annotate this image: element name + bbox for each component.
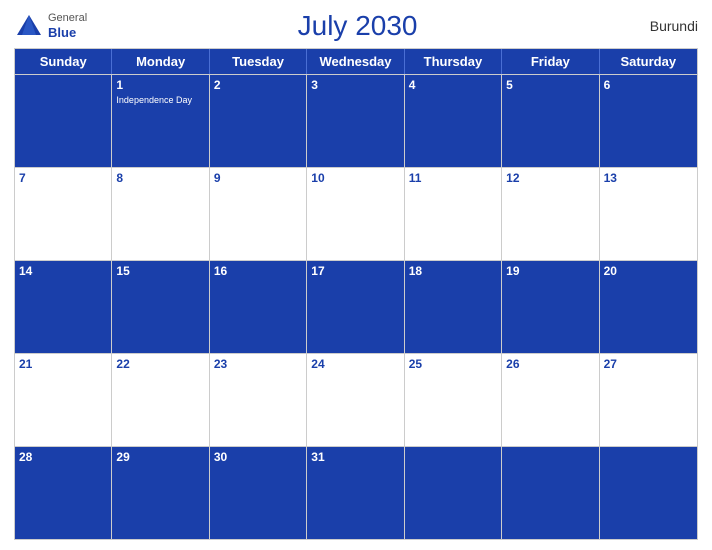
page-title: July 2030 [87,10,628,42]
cell-date: 15 [116,264,204,280]
calendar-body: 1Independence Day23456789101112131415161… [15,74,697,539]
calendar-cell: 28 [15,447,112,539]
calendar-cell: 22 [112,354,209,446]
calendar-cell: 12 [502,168,599,260]
cell-date: 3 [311,78,399,94]
cell-date: 21 [19,357,107,373]
calendar-cell: 17 [307,261,404,353]
cell-date: 11 [409,171,497,187]
calendar-week-5: 28 29 30 31 [15,446,697,539]
cell-date: 17 [311,264,399,280]
cell-date: 13 [604,171,693,187]
country-label: Burundi [628,18,698,34]
logo-general: General [48,12,87,25]
calendar-cell: 21 [15,354,112,446]
cell-date: 25 [409,357,497,373]
calendar-cell: 1Independence Day [112,75,209,167]
cell-date: 5 [506,78,594,94]
logo-text: General Blue [48,12,87,41]
cell-date: 26 [506,357,594,373]
cell-date: 1 [116,78,204,94]
header-friday: Friday [502,49,599,74]
calendar-cell: 25 [405,354,502,446]
calendar-cell: 29 [112,447,209,539]
header-wednesday: Wednesday [307,49,404,74]
calendar-cell: 26 [502,354,599,446]
cell-date: 23 [214,357,302,373]
header-tuesday: Tuesday [210,49,307,74]
calendar-cell: 3 [307,75,404,167]
header-thursday: Thursday [405,49,502,74]
cell-date: 16 [214,264,302,280]
cell-date: 22 [116,357,204,373]
cell-date: 28 [19,450,107,466]
calendar-cell [600,447,697,539]
cell-date: 27 [604,357,693,373]
calendar-cell [15,75,112,167]
cell-date: 9 [214,171,302,187]
cell-date: 31 [311,450,399,466]
calendar-cell: 8 [112,168,209,260]
calendar-cell: 2 [210,75,307,167]
cell-date: 19 [506,264,594,280]
cell-date: 2 [214,78,302,94]
calendar-cell [502,447,599,539]
calendar-header-row: Sunday Monday Tuesday Wednesday Thursday… [15,49,697,74]
cell-date: 7 [19,171,107,187]
cell-date: 20 [604,264,693,280]
calendar-week-4: 21 22 23 24 25 26 27 [15,353,697,446]
logo-blue: Blue [48,25,87,41]
calendar-grid: Sunday Monday Tuesday Wednesday Thursday… [14,48,698,540]
calendar-cell [405,447,502,539]
calendar-cell: 23 [210,354,307,446]
calendar-cell: 14 [15,261,112,353]
header-saturday: Saturday [600,49,697,74]
cell-event: Independence Day [116,95,204,106]
calendar-cell: 6 [600,75,697,167]
logo: General Blue [14,11,87,41]
calendar-week-3: 14 15 16 17 18 19 20 [15,260,697,353]
cell-date: 18 [409,264,497,280]
calendar-cell: 13 [600,168,697,260]
calendar-page: General Blue July 2030 Burundi Sunday Mo… [0,0,712,550]
calendar-cell: 4 [405,75,502,167]
calendar-week-1: 1Independence Day 23456 [15,74,697,167]
cell-date: 14 [19,264,107,280]
header-sunday: Sunday [15,49,112,74]
cell-date: 29 [116,450,204,466]
calendar-week-2: 789 10 11 12 13 [15,167,697,260]
cell-date: 12 [506,171,594,187]
header-monday: Monday [112,49,209,74]
cell-date: 8 [116,171,204,187]
calendar-cell: 27 [600,354,697,446]
calendar-cell: 31 [307,447,404,539]
cell-date: 24 [311,357,399,373]
cell-date: 30 [214,450,302,466]
calendar-cell: 9 [210,168,307,260]
cell-date: 4 [409,78,497,94]
calendar-cell: 20 [600,261,697,353]
calendar-cell: 7 [15,168,112,260]
calendar-cell: 19 [502,261,599,353]
calendar-cell: 18 [405,261,502,353]
logo-icon [14,11,44,41]
calendar-cell: 30 [210,447,307,539]
calendar-cell: 11 [405,168,502,260]
calendar-cell: 10 [307,168,404,260]
cell-date: 10 [311,171,399,187]
cell-date: 6 [604,78,693,94]
page-header: General Blue July 2030 Burundi [14,10,698,42]
calendar-cell: 15 [112,261,209,353]
calendar-cell: 16 [210,261,307,353]
calendar-cell: 24 [307,354,404,446]
calendar-cell: 5 [502,75,599,167]
